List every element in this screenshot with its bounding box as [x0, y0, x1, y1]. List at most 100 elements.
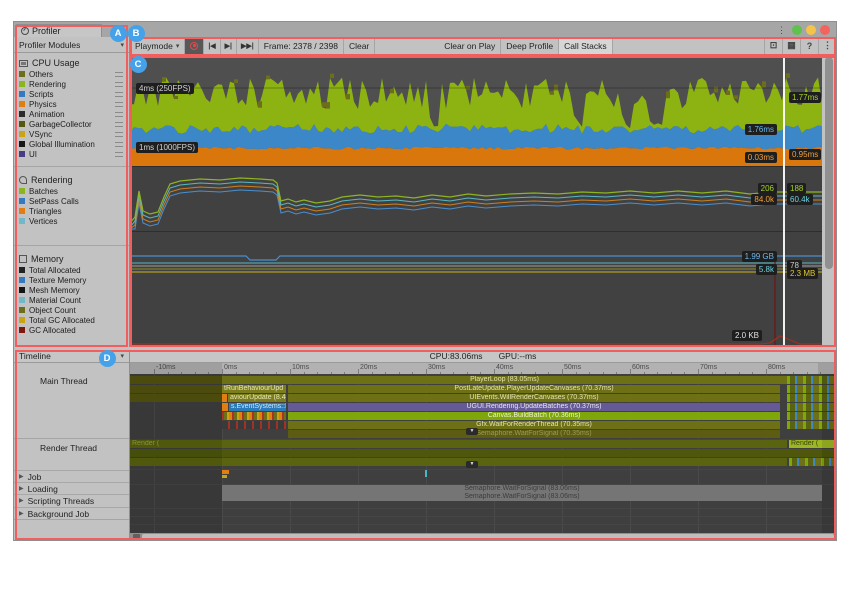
memory-chart[interactable]: [130, 232, 822, 347]
legend-item-label: Animation: [29, 110, 65, 119]
timeline-bar-segment[interactable]: Canvas.BuildBatch (70.36ms): [288, 412, 780, 420]
timeline-bar-segment[interactable]: aviourUpdate (8.44: [228, 394, 286, 402]
timeline-job-segment[interactable]: [222, 475, 227, 478]
thread-group-job[interactable]: ▶Job: [14, 470, 129, 482]
legend-item[interactable]: Scripts: [14, 89, 129, 99]
timeline-scrollbar-thumb[interactable]: [142, 534, 834, 539]
module-section-title[interactable]: Rendering: [14, 174, 129, 186]
legend-item[interactable]: Global Illumination: [14, 139, 129, 149]
chart-value-label: 0.03ms: [745, 152, 777, 163]
collapse-marker[interactable]: ▼: [466, 461, 478, 468]
legend-item-label: Physics: [29, 100, 57, 109]
timeline-job-segment[interactable]: [222, 470, 229, 474]
legend-item[interactable]: Animation: [14, 109, 129, 119]
timeline-bar-segment[interactable]: Gfx.WaitForRenderThread (70.35ms): [288, 421, 780, 429]
next-frame-button[interactable]: ▶|: [221, 37, 237, 54]
drag-handle-icon[interactable]: [115, 72, 123, 77]
legend-color-swatch: [19, 267, 25, 273]
drag-handle-icon[interactable]: [115, 112, 123, 117]
prev-frame-button[interactable]: |◀: [204, 37, 220, 54]
charts-scrollbar-thumb[interactable]: [825, 57, 833, 269]
timeline-scrollbar-nub[interactable]: [133, 534, 140, 539]
window-button-yellow[interactable]: [806, 25, 816, 35]
timeline-right: CPU:83.06ms GPU:--ms -10ms0ms10ms20ms30m…: [130, 350, 836, 540]
thread-group-background-job[interactable]: ▶Background Job: [14, 507, 129, 519]
module-section-title[interactable]: CPU Usage: [14, 57, 129, 69]
help-icon[interactable]: ?: [800, 37, 818, 54]
drag-handle-icon[interactable]: [115, 122, 123, 127]
record-button[interactable]: [185, 37, 204, 54]
timeline-scrollbar[interactable]: [130, 533, 836, 540]
drag-handle-icon[interactable]: [115, 102, 123, 107]
expand-arrow-icon[interactable]: ▶: [19, 497, 24, 504]
toggle-deep-profile[interactable]: Deep Profile: [501, 37, 559, 54]
timeline-job-segment[interactable]: [425, 470, 427, 477]
legend-item[interactable]: Object Count: [14, 305, 129, 315]
timeline-bar-segment[interactable]: Semaphore.WaitForSignal (83.06ms): [222, 485, 822, 493]
tab-profiler[interactable]: Profiler: [16, 24, 102, 37]
thread-group-loading[interactable]: ▶Loading: [14, 482, 129, 494]
module-section-title[interactable]: Memory: [14, 253, 129, 265]
window-button-red[interactable]: [820, 25, 830, 35]
rendering-chart[interactable]: [130, 167, 822, 231]
legend-item[interactable]: Total Allocated: [14, 265, 129, 275]
profiler-charts[interactable]: 4ms (250FPS)1ms (1000FPS)1.77ms1.76ms0.0…: [130, 55, 822, 347]
toggle-call-stacks[interactable]: Call Stacks: [559, 37, 613, 54]
clear-button[interactable]: Clear: [344, 37, 375, 54]
legend-item[interactable]: GarbageCollector: [14, 119, 129, 129]
drag-handle-icon[interactable]: [115, 142, 123, 147]
frame-counter-label: Frame: 2378 / 2398: [264, 41, 338, 51]
legend-item[interactable]: Material Count: [14, 295, 129, 305]
load-profile-icon[interactable]: ⊡: [764, 37, 782, 54]
legend-color-swatch: [19, 218, 25, 224]
thread-group-scripting-threads[interactable]: ▶Scripting Threads: [14, 494, 129, 506]
timeline-bar-segment[interactable]: tRunBehaviourUpd: [222, 385, 286, 393]
legend-item[interactable]: Batches: [14, 186, 129, 196]
timeline-bar-segment[interactable]: PostLateUpdate.PlayerUpdateCanvases (70.…: [288, 385, 780, 393]
timeline-bar-segment[interactable]: UIEvents.WillRenderCanvases (70.37ms): [288, 394, 780, 402]
ruler-label: 10ms: [292, 364, 309, 371]
kebab-menu-icon[interactable]: ⋮: [775, 25, 788, 35]
timeline-bar-segment[interactable]: Semaphore.WaitForSignal (83.06ms): [222, 493, 822, 501]
drag-handle-icon[interactable]: [115, 82, 123, 87]
legend-item[interactable]: Others: [14, 69, 129, 79]
expand-arrow-icon[interactable]: ▶: [19, 485, 24, 492]
drag-handle-icon[interactable]: [115, 152, 123, 157]
legend-item[interactable]: Triangles: [14, 206, 129, 216]
legend-item[interactable]: VSync: [14, 129, 129, 139]
expand-arrow-icon[interactable]: ▶: [19, 510, 24, 517]
legend-item[interactable]: Total GC Allocated: [14, 315, 129, 325]
timeline-bar-segment[interactable]: s.EventSystems::Ev: [229, 403, 286, 411]
kebab-menu-icon[interactable]: ⋮: [818, 37, 836, 54]
window-button-green[interactable]: [792, 25, 802, 35]
timeline-bar-segment[interactable]: UGUI.Rendering.UpdateBatches (70.37ms): [288, 403, 780, 411]
timeline-ruler[interactable]: -10ms0ms10ms20ms30ms40ms50ms60ms70ms80ms: [130, 363, 836, 374]
chevron-down-icon: ▾: [176, 42, 180, 50]
legend-item[interactable]: Vertices: [14, 216, 129, 226]
drag-handle-icon[interactable]: [115, 132, 123, 137]
timeline-bar-segment[interactable]: PlayerLoop (83.05ms): [222, 376, 787, 384]
cpu-usage-chart[interactable]: [130, 55, 822, 166]
legend-item[interactable]: Rendering: [14, 79, 129, 89]
drag-handle-icon[interactable]: [115, 92, 123, 97]
legend-item[interactable]: UI: [14, 149, 129, 159]
toggle-clear-on-play[interactable]: Clear on Play: [439, 37, 501, 54]
ruler-dim-right: [818, 363, 836, 374]
save-profile-icon[interactable]: ▦: [782, 37, 800, 54]
collapse-marker[interactable]: ▼: [466, 428, 478, 435]
legend-item[interactable]: GC Allocated: [14, 325, 129, 335]
timeline-bar-segment[interactable]: Render (: [130, 440, 787, 448]
timeline-row-separator: [130, 508, 836, 509]
legend-item-label: Mesh Memory: [29, 286, 80, 295]
legend-item[interactable]: Physics: [14, 99, 129, 109]
legend-item[interactable]: Mesh Memory: [14, 285, 129, 295]
legend-item[interactable]: Texture Memory: [14, 275, 129, 285]
charts-scrollbar[interactable]: [822, 55, 836, 347]
last-frame-button[interactable]: ▶▶|: [237, 37, 259, 54]
expand-arrow-icon[interactable]: ▶: [19, 473, 24, 480]
annotation-badge-D: D: [99, 350, 116, 367]
timeline-bar-segment[interactable]: Semaphore.WaitForSignal (70.35ms): [288, 430, 780, 438]
timeline-canvas[interactable]: PlayerLoop (83.05ms)tRunBehaviourUpdPost…: [130, 374, 836, 540]
legend-item[interactable]: SetPass Calls: [14, 196, 129, 206]
current-frame-line[interactable]: [783, 55, 785, 347]
